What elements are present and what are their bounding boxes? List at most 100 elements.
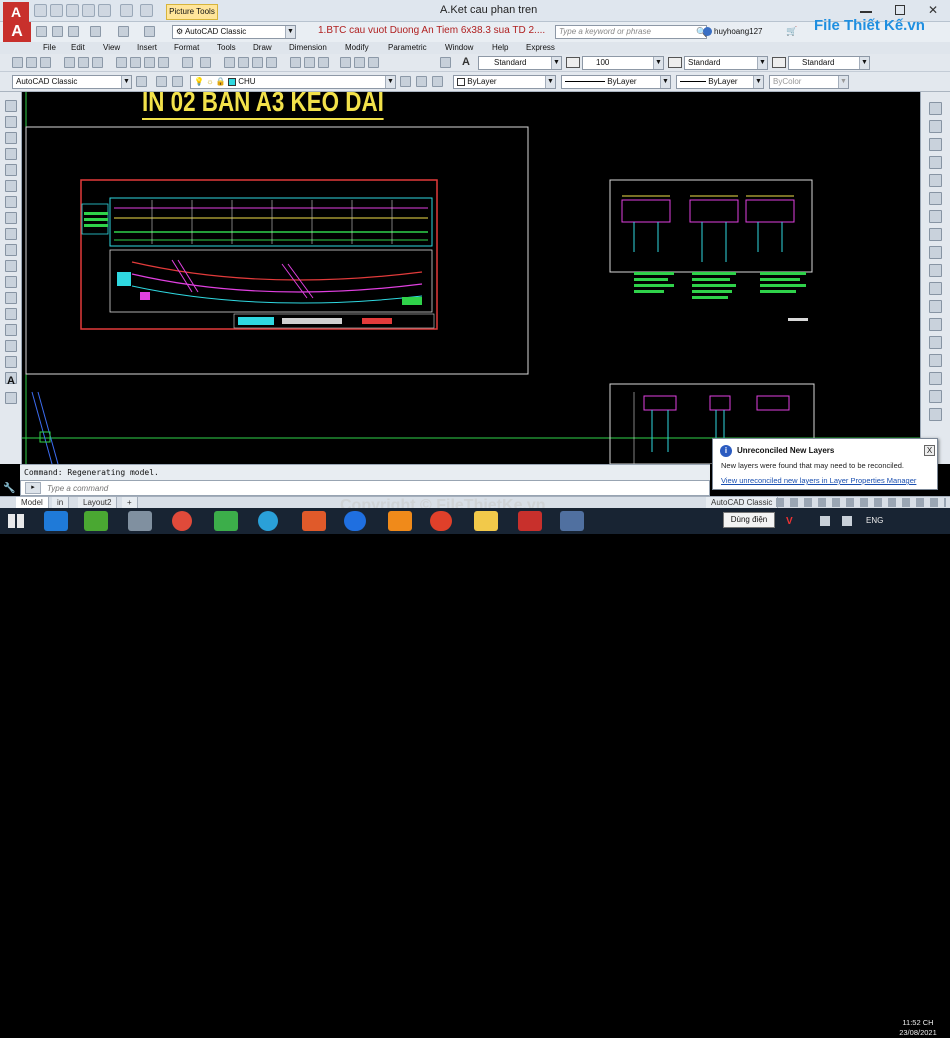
- lineweight-select[interactable]: ByLayer ▼: [676, 75, 764, 89]
- polyline-icon[interactable]: [5, 132, 17, 144]
- notification-close-button[interactable]: X: [924, 445, 935, 456]
- foxit-icon[interactable]: [302, 511, 326, 531]
- menu-insert[interactable]: Insert: [137, 42, 157, 54]
- tool-palettes-icon[interactable]: [318, 57, 329, 68]
- text-style-select[interactable]: Standard ▼: [478, 56, 562, 70]
- zoom-window-icon[interactable]: [252, 57, 263, 68]
- menu-parametric[interactable]: Parametric: [388, 42, 427, 54]
- hatch-icon[interactable]: [5, 324, 17, 336]
- text-style-icon[interactable]: A: [462, 56, 470, 68]
- arc-icon[interactable]: [5, 180, 17, 192]
- array-icon[interactable]: [929, 174, 942, 187]
- match-properties-icon[interactable]: [158, 57, 169, 68]
- plot-icon[interactable]: [98, 4, 111, 17]
- network-icon[interactable]: [820, 516, 830, 526]
- app-icon-6[interactable]: [258, 511, 278, 531]
- make-current-icon[interactable]: [400, 76, 411, 87]
- chrome-icon[interactable]: [172, 511, 192, 531]
- trim-icon[interactable]: [929, 264, 942, 277]
- undo-arrow-icon[interactable]: [118, 26, 129, 37]
- new-icon[interactable]: [34, 4, 47, 17]
- zoom-previous-icon[interactable]: [266, 57, 277, 68]
- save-file-icon[interactable]: [40, 57, 51, 68]
- cut-icon[interactable]: [116, 57, 127, 68]
- menu-help[interactable]: Help: [492, 42, 508, 54]
- workspace-combo[interactable]: AutoCAD Classic ▼: [12, 75, 132, 89]
- layer-properties-icon[interactable]: [156, 76, 167, 87]
- file-explorer-icon[interactable]: [474, 511, 498, 531]
- properties-icon[interactable]: [290, 57, 301, 68]
- menu-file[interactable]: File: [43, 42, 56, 54]
- close-window-button[interactable]: ✕: [928, 3, 938, 17]
- dim-style-select[interactable]: Standard ▼: [684, 56, 768, 70]
- dim-scale-select[interactable]: 100 ▼: [582, 56, 664, 70]
- menu-view[interactable]: View: [103, 42, 120, 54]
- plot-file-icon[interactable]: [64, 57, 75, 68]
- save-drawing-icon[interactable]: [68, 26, 79, 37]
- menu-edit[interactable]: Edit: [71, 42, 85, 54]
- command-recent-icon[interactable]: ▸: [25, 482, 41, 494]
- color-select[interactable]: ByLayer ▼: [453, 75, 556, 89]
- system-clock[interactable]: 11:52 CH 23/08/2021: [888, 1018, 948, 1038]
- language-indicator[interactable]: ENG: [866, 516, 883, 525]
- linetype-select[interactable]: ByLayer ▼: [561, 75, 671, 89]
- print-icon[interactable]: [90, 26, 101, 37]
- pan-icon[interactable]: [224, 57, 235, 68]
- save-icon[interactable]: [66, 4, 79, 17]
- break-icon[interactable]: [929, 318, 942, 331]
- region-icon[interactable]: [5, 356, 17, 368]
- command-input[interactable]: [47, 482, 647, 494]
- explode-icon[interactable]: [929, 408, 942, 421]
- workspace-select[interactable]: ⚙ AutoCAD Classic ▼: [172, 25, 296, 39]
- table-style-icon[interactable]: [772, 57, 786, 68]
- open-file-icon[interactable]: [26, 57, 37, 68]
- pdf-icon[interactable]: [388, 511, 412, 531]
- markup-icon[interactable]: [354, 57, 365, 68]
- dim-scale-icon[interactable]: [566, 57, 580, 68]
- dim-style-icon[interactable]: [668, 57, 682, 68]
- redo-icon[interactable]: [140, 4, 153, 17]
- volume-icon[interactable]: [842, 516, 852, 526]
- stretch-icon[interactable]: [929, 246, 942, 259]
- open-drawing-icon[interactable]: [52, 26, 63, 37]
- construction-line-icon[interactable]: [5, 116, 17, 128]
- extend-icon[interactable]: [929, 282, 942, 295]
- copy-icon[interactable]: [130, 57, 141, 68]
- insert-block-icon[interactable]: [5, 276, 17, 288]
- add-selected-icon[interactable]: [5, 392, 17, 404]
- user-name[interactable]: huyhoang127: [714, 27, 763, 36]
- ellipse-icon[interactable]: [5, 244, 17, 256]
- circle-icon[interactable]: [5, 196, 17, 208]
- layer-previous-icon[interactable]: [416, 76, 427, 87]
- sheet-set-icon[interactable]: [340, 57, 351, 68]
- tab-add[interactable]: +: [122, 497, 138, 508]
- layer-isolate-icon[interactable]: [432, 76, 443, 87]
- menu-window[interactable]: Window: [445, 42, 473, 54]
- tab-model[interactable]: Model: [16, 497, 49, 508]
- picture-tools-tab[interactable]: Picture Tools: [166, 4, 218, 20]
- break-at-point-icon[interactable]: [929, 300, 942, 313]
- redo-arrow-icon[interactable]: [144, 26, 155, 37]
- app-icon-13[interactable]: [560, 511, 584, 531]
- command-options-icon[interactable]: 🔧: [3, 483, 17, 494]
- layer-select[interactable]: 💡 ☼ 🔒 CHU ▼: [190, 75, 396, 89]
- ie-icon[interactable]: [44, 511, 68, 531]
- spline-icon[interactable]: [5, 228, 17, 240]
- copy-object-icon[interactable]: [929, 120, 942, 133]
- preview-icon[interactable]: [78, 57, 89, 68]
- tab-layout2[interactable]: Layout2: [78, 497, 118, 508]
- menu-draw[interactable]: Draw: [253, 42, 272, 54]
- make-block-icon[interactable]: [5, 292, 17, 304]
- menu-tools[interactable]: Tools: [217, 42, 236, 54]
- mtext-icon[interactable]: A: [7, 375, 15, 387]
- coccoc-icon[interactable]: [214, 511, 238, 531]
- qnew-icon[interactable]: [12, 57, 23, 68]
- undo-icon[interactable]: [120, 4, 133, 17]
- join-icon[interactable]: [929, 336, 942, 349]
- help-icon[interactable]: [440, 57, 451, 68]
- vietnamese-input-icon[interactable]: V: [786, 516, 793, 527]
- fillet-icon[interactable]: [929, 372, 942, 385]
- utorrent-icon[interactable]: [84, 511, 108, 531]
- gradient-icon[interactable]: [5, 340, 17, 352]
- new-drawing-icon[interactable]: [36, 26, 47, 37]
